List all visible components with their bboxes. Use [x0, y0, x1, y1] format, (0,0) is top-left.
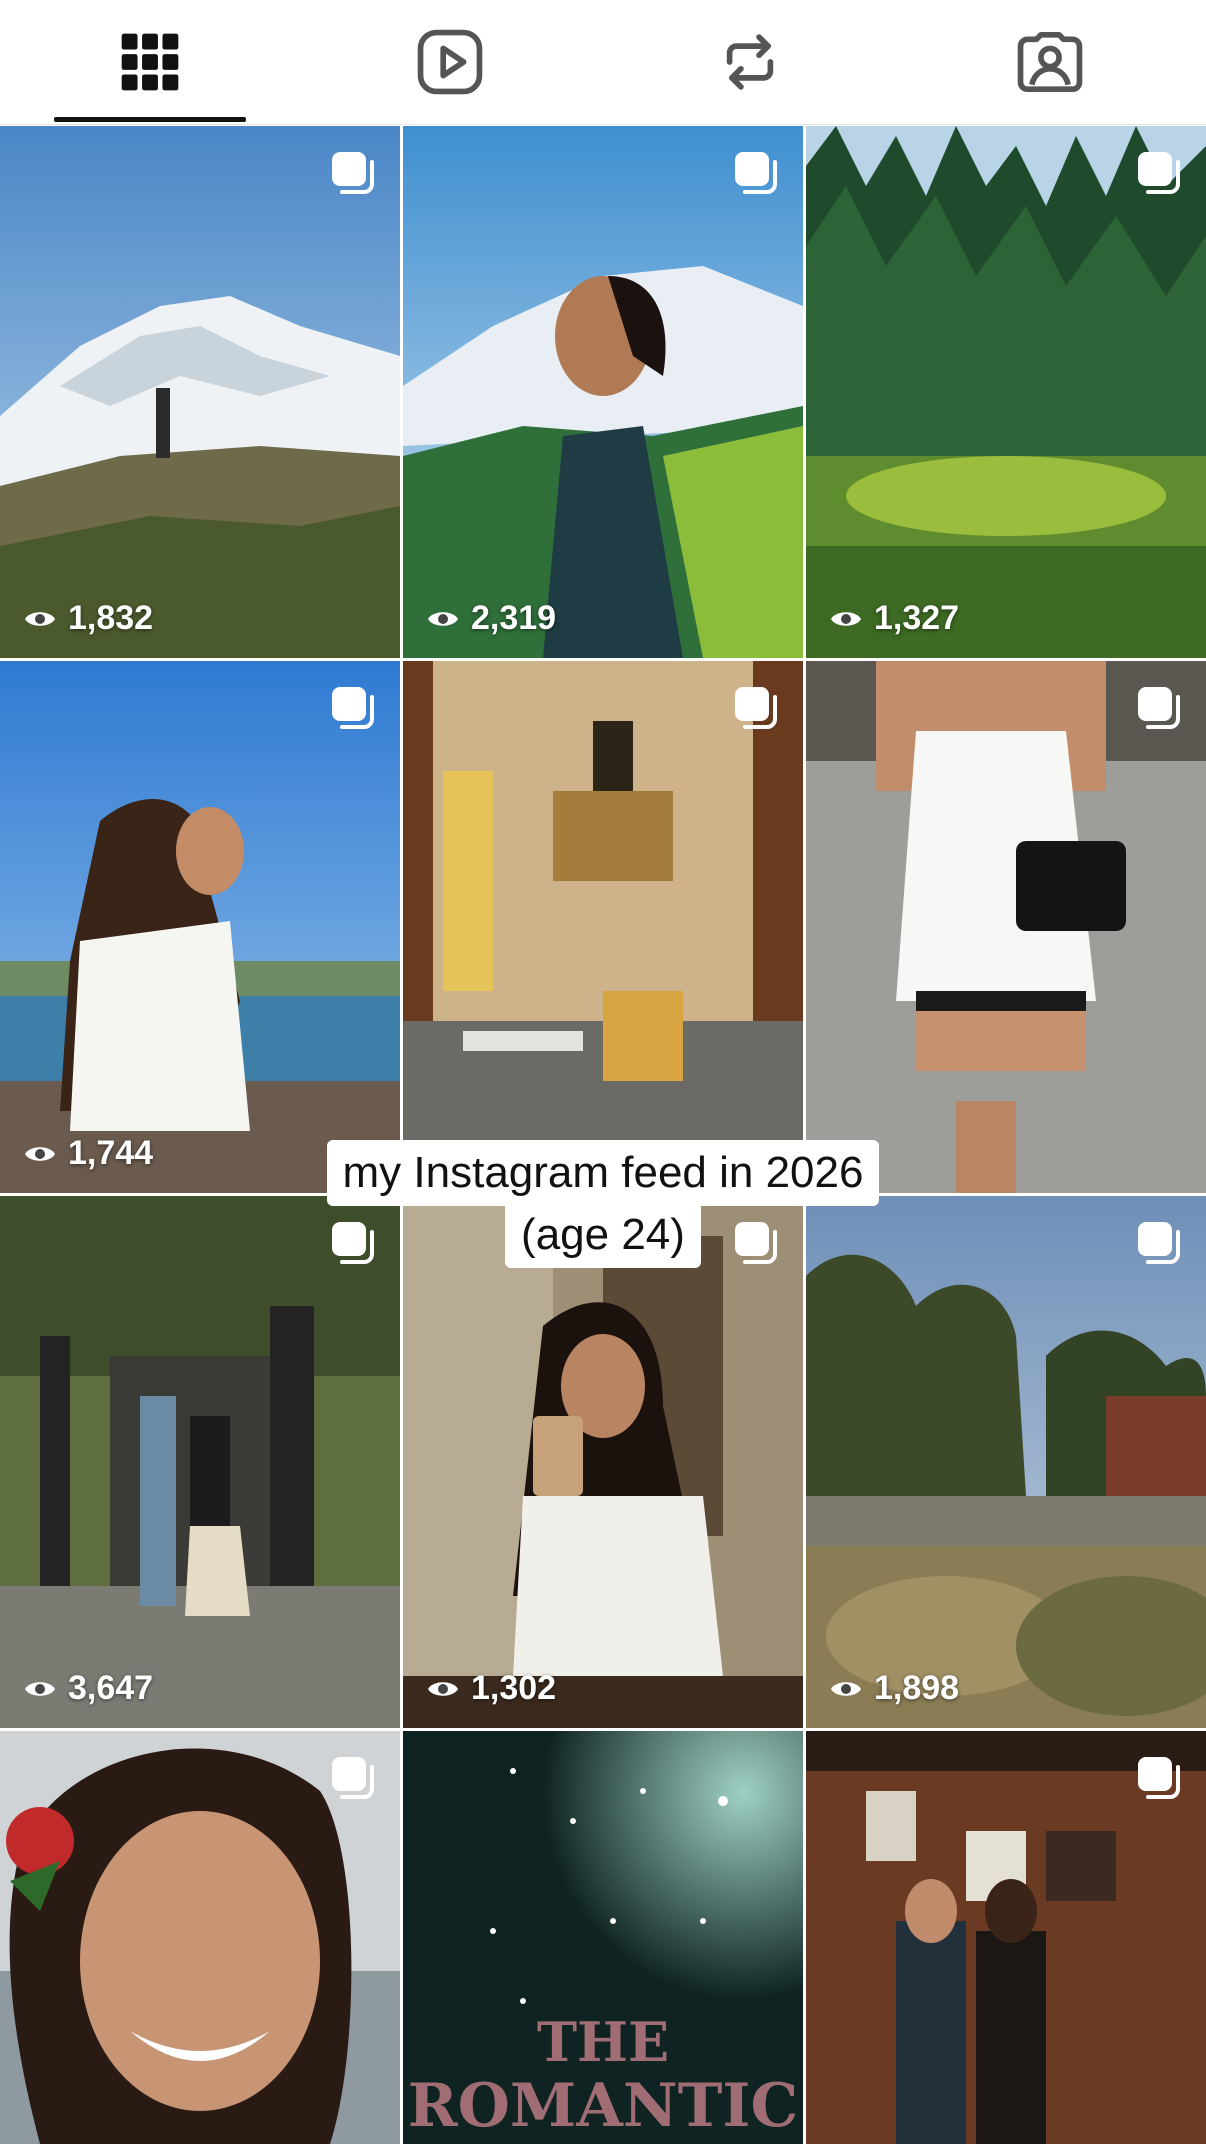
post-thumbnail — [0, 1196, 400, 1728]
view-count-label: 1,302 — [471, 1669, 557, 1707]
tab-grid[interactable] — [55, 0, 245, 124]
post-thumbnail — [403, 126, 803, 658]
svg-text:ROMANTIC: ROMANTIC — [408, 2071, 798, 2141]
caption-overlay: my Instagram feed in 2026 (age 24) — [0, 1140, 1206, 1268]
svg-text:THE: THE — [537, 2010, 669, 2074]
eye-icon — [831, 611, 861, 626]
grid-icon — [121, 33, 179, 91]
post-tile[interactable] — [806, 1731, 1206, 2144]
eye-icon — [428, 611, 458, 626]
carousel-icon — [332, 1757, 374, 1799]
view-count: 3,647 — [22, 1669, 153, 1708]
post-tile[interactable]: THE ROMANTIC — [403, 1731, 803, 2144]
repost-icon — [726, 34, 774, 90]
post-tile[interactable]: 1,302 — [403, 1196, 803, 1728]
post-thumbnail — [0, 126, 400, 658]
post-thumbnail — [403, 1196, 803, 1728]
carousel-icon — [332, 687, 374, 729]
post-tile[interactable] — [403, 661, 803, 1193]
post-tile[interactable] — [806, 661, 1206, 1193]
profile-tab-bar — [0, 0, 1206, 124]
eye-icon — [25, 1681, 55, 1696]
selected-tab-indicator — [54, 117, 246, 122]
view-count-label: 2,319 — [471, 599, 557, 637]
carousel-icon — [735, 687, 777, 729]
view-count-label: 1,832 — [68, 599, 154, 637]
eye-icon — [428, 1681, 458, 1696]
view-count: 2,319 — [425, 599, 556, 638]
tab-reels[interactable] — [355, 0, 545, 124]
post-thumbnail — [806, 661, 1206, 1193]
carousel-icon — [1138, 1757, 1180, 1799]
eye-icon — [25, 611, 55, 626]
view-count: 1,832 — [22, 599, 153, 638]
tagged-person-icon — [1017, 31, 1083, 93]
caption-line: my Instagram feed in 2026 — [326, 1140, 880, 1206]
post-thumbnail — [0, 661, 400, 1193]
post-tile[interactable]: 1,898 — [806, 1196, 1206, 1728]
post-thumbnail — [806, 1196, 1206, 1728]
post-tile[interactable]: 1,744 — [0, 661, 400, 1193]
view-count-label: 3,647 — [68, 1669, 154, 1707]
reels-play-icon — [417, 29, 483, 95]
carousel-icon — [1138, 152, 1180, 194]
tab-tagged[interactable] — [955, 0, 1145, 124]
tab-reposts[interactable] — [655, 0, 845, 124]
view-count: 1,302 — [425, 1669, 556, 1708]
post-tile[interactable] — [0, 1731, 400, 2144]
view-count-label: 1,327 — [874, 599, 960, 637]
carousel-icon — [332, 152, 374, 194]
post-tile[interactable]: 1,832 — [0, 126, 400, 658]
post-tile[interactable]: 1,327 — [806, 126, 1206, 658]
view-count: 1,327 — [828, 599, 959, 638]
carousel-icon — [735, 152, 777, 194]
divider — [0, 124, 1206, 125]
post-tile[interactable]: 2,319 — [403, 126, 803, 658]
post-thumbnail — [806, 126, 1206, 658]
view-count: 1,898 — [828, 1669, 959, 1708]
post-thumbnail: THE ROMANTIC — [403, 1731, 803, 2144]
carousel-icon — [1138, 687, 1180, 729]
caption-line: (age 24) — [505, 1202, 701, 1268]
view-count-label: 1,898 — [874, 1669, 960, 1707]
eye-icon — [831, 1681, 861, 1696]
post-thumbnail — [403, 661, 803, 1193]
post-tile[interactable]: 3,647 — [0, 1196, 400, 1728]
